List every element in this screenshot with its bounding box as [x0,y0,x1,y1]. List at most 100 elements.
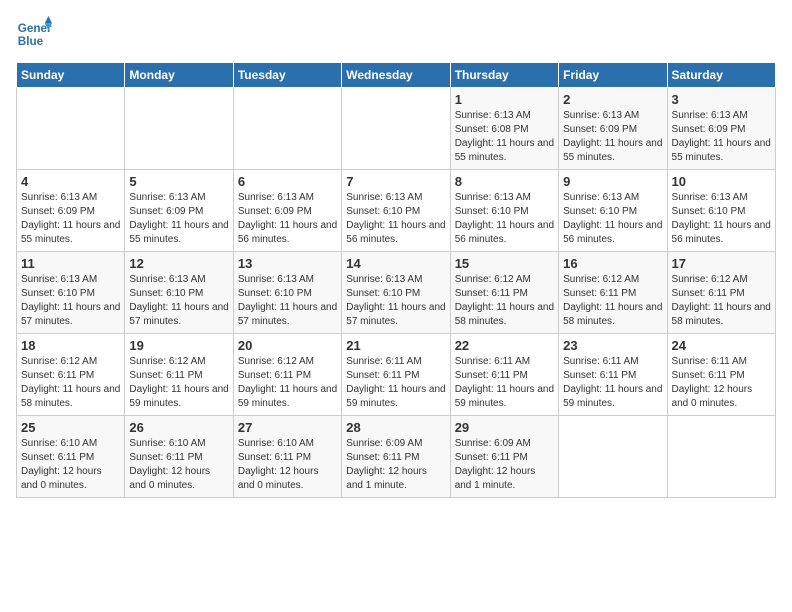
day-info: Sunrise: 6:12 AM Sunset: 6:11 PM Dayligh… [129,355,228,411]
day-info: Sunrise: 6:13 AM Sunset: 6:09 PM Dayligh… [672,109,771,165]
day-number: 3 [672,92,771,107]
calendar-day-cell: 20 Sunrise: 6:12 AM Sunset: 6:11 PM Dayli… [233,334,341,416]
page-header: General Blue [16,16,776,52]
calendar-day-cell: 18 Sunrise: 6:12 AM Sunset: 6:11 PM Dayli… [17,334,125,416]
calendar-day-cell: 28 Sunrise: 6:09 AM Sunset: 6:11 PM Dayli… [342,416,450,498]
calendar-day-cell: 6 Sunrise: 6:13 AM Sunset: 6:09 PM Daylig… [233,170,341,252]
day-info: Sunrise: 6:12 AM Sunset: 6:11 PM Dayligh… [238,355,337,411]
day-number: 13 [238,256,337,271]
day-info: Sunrise: 6:13 AM Sunset: 6:10 PM Dayligh… [346,191,445,247]
calendar-day-cell: 14Sunrise: 6:13 AM Sunset: 6:10 PM Dayli… [342,252,450,334]
day-number: 4 [21,174,120,189]
calendar-week-row: 25 Sunrise: 6:10 AM Sunset: 6:11 PM Dayli… [17,416,776,498]
calendar-table: SundayMondayTuesdayWednesdayThursdayFrid… [16,62,776,498]
calendar-day-cell: 25Sunrise: 6:10 AM Sunset: 6:11 PM Dayli… [17,416,125,498]
day-number: 14 [346,256,445,271]
day-number: 26 [129,420,228,435]
day-number: 2 [563,92,662,107]
day-info: Sunrise: 6:09 AM Sunset: 6:11 PM Dayligh… [455,437,554,493]
day-number: 7 [346,174,445,189]
calendar-header-row: SundayMondayTuesdayWednesdayThursdayFrid… [17,63,776,88]
day-number: 18 [21,338,120,353]
day-number: 24 [672,338,771,353]
day-number: 5 [129,174,228,189]
day-info: Sunrise: 6:12 AM Sunset: 6:11 PM Dayligh… [563,273,662,329]
day-number: 6 [238,174,337,189]
calendar-day-cell [559,416,667,498]
calendar-day-cell: 2 Sunrise: 6:13 AM Sunset: 6:09 PM Daylig… [559,88,667,170]
day-info: Sunrise: 6:12 AM Sunset: 6:11 PM Dayligh… [21,355,120,411]
day-number: 12 [129,256,228,271]
calendar-day-cell: 29 Sunrise: 6:09 AM Sunset: 6:11 PM Dayli… [450,416,558,498]
logo: General Blue [16,16,52,52]
day-info: Sunrise: 6:09 AM Sunset: 6:11 PM Dayligh… [346,437,445,493]
day-info: Sunrise: 6:13 AM Sunset: 6:09 PM Dayligh… [129,191,228,247]
day-of-week-header: Friday [559,63,667,88]
day-info: Sunrise: 6:13 AM Sunset: 6:10 PM Dayligh… [129,273,228,329]
calendar-day-cell: 10Sunrise: 6:13 AM Sunset: 6:10 PM Dayli… [667,170,775,252]
day-number: 25 [21,420,120,435]
calendar-body: 1 Sunrise: 6:13 AM Sunset: 6:08 PM Daylig… [17,88,776,498]
day-number: 28 [346,420,445,435]
calendar-day-cell: 24 Sunrise: 6:11 AM Sunset: 6:11 PM Dayli… [667,334,775,416]
day-info: Sunrise: 6:13 AM Sunset: 6:10 PM Dayligh… [672,191,771,247]
calendar-day-cell: 16 Sunrise: 6:12 AM Sunset: 6:11 PM Dayli… [559,252,667,334]
day-number: 9 [563,174,662,189]
day-number: 20 [238,338,337,353]
calendar-day-cell: 9Sunrise: 6:13 AM Sunset: 6:10 PM Daylig… [559,170,667,252]
day-info: Sunrise: 6:11 AM Sunset: 6:11 PM Dayligh… [346,355,445,411]
day-of-week-header: Sunday [17,63,125,88]
day-number: 17 [672,256,771,271]
day-info: Sunrise: 6:13 AM Sunset: 6:09 PM Dayligh… [238,191,337,247]
day-info: Sunrise: 6:12 AM Sunset: 6:11 PM Dayligh… [455,273,554,329]
day-number: 29 [455,420,554,435]
day-info: Sunrise: 6:13 AM Sunset: 6:08 PM Dayligh… [455,109,554,165]
day-info: Sunrise: 6:13 AM Sunset: 6:09 PM Dayligh… [563,109,662,165]
calendar-day-cell: 7 Sunrise: 6:13 AM Sunset: 6:10 PM Daylig… [342,170,450,252]
day-number: 1 [455,92,554,107]
day-info: Sunrise: 6:11 AM Sunset: 6:11 PM Dayligh… [672,355,771,411]
day-of-week-header: Tuesday [233,63,341,88]
day-info: Sunrise: 6:13 AM Sunset: 6:10 PM Dayligh… [238,273,337,329]
calendar-day-cell: 5 Sunrise: 6:13 AM Sunset: 6:09 PM Daylig… [125,170,233,252]
logo-icon: General Blue [16,16,52,52]
calendar-week-row: 18 Sunrise: 6:12 AM Sunset: 6:11 PM Dayli… [17,334,776,416]
calendar-day-cell: 17 Sunrise: 6:12 AM Sunset: 6:11 PM Dayli… [667,252,775,334]
day-of-week-header: Thursday [450,63,558,88]
day-info: Sunrise: 6:11 AM Sunset: 6:11 PM Dayligh… [455,355,554,411]
day-number: 27 [238,420,337,435]
day-number: 21 [346,338,445,353]
calendar-day-cell: 21 Sunrise: 6:11 AM Sunset: 6:11 PM Dayli… [342,334,450,416]
day-number: 19 [129,338,228,353]
day-number: 23 [563,338,662,353]
calendar-day-cell: 15 Sunrise: 6:12 AM Sunset: 6:11 PM Dayli… [450,252,558,334]
calendar-week-row: 4 Sunrise: 6:13 AM Sunset: 6:09 PM Daylig… [17,170,776,252]
day-info: Sunrise: 6:10 AM Sunset: 6:11 PM Dayligh… [129,437,228,493]
calendar-day-cell: 19 Sunrise: 6:12 AM Sunset: 6:11 PM Dayli… [125,334,233,416]
svg-text:Blue: Blue [18,35,44,48]
day-info: Sunrise: 6:12 AM Sunset: 6:11 PM Dayligh… [672,273,771,329]
day-number: 11 [21,256,120,271]
day-info: Sunrise: 6:13 AM Sunset: 6:09 PM Dayligh… [21,191,120,247]
day-info: Sunrise: 6:10 AM Sunset: 6:11 PM Dayligh… [238,437,337,493]
day-number: 8 [455,174,554,189]
calendar-day-cell: 27 Sunrise: 6:10 AM Sunset: 6:11 PM Dayli… [233,416,341,498]
day-info: Sunrise: 6:13 AM Sunset: 6:10 PM Dayligh… [21,273,120,329]
day-info: Sunrise: 6:11 AM Sunset: 6:11 PM Dayligh… [563,355,662,411]
calendar-day-cell: 22 Sunrise: 6:11 AM Sunset: 6:11 PM Dayli… [450,334,558,416]
calendar-day-cell [233,88,341,170]
calendar-day-cell [17,88,125,170]
calendar-day-cell [342,88,450,170]
calendar-day-cell [125,88,233,170]
day-number: 22 [455,338,554,353]
day-of-week-header: Saturday [667,63,775,88]
calendar-day-cell: 12 Sunrise: 6:13 AM Sunset: 6:10 PM Dayli… [125,252,233,334]
day-number: 16 [563,256,662,271]
day-number: 15 [455,256,554,271]
calendar-day-cell: 11 Sunrise: 6:13 AM Sunset: 6:10 PM Dayli… [17,252,125,334]
calendar-week-row: 1 Sunrise: 6:13 AM Sunset: 6:08 PM Daylig… [17,88,776,170]
calendar-week-row: 11 Sunrise: 6:13 AM Sunset: 6:10 PM Dayli… [17,252,776,334]
calendar-day-cell: 8 Sunrise: 6:13 AM Sunset: 6:10 PM Daylig… [450,170,558,252]
day-info: Sunrise: 6:13 AM Sunset: 6:10 PM Dayligh… [455,191,554,247]
calendar-day-cell: 26 Sunrise: 6:10 AM Sunset: 6:11 PM Dayli… [125,416,233,498]
